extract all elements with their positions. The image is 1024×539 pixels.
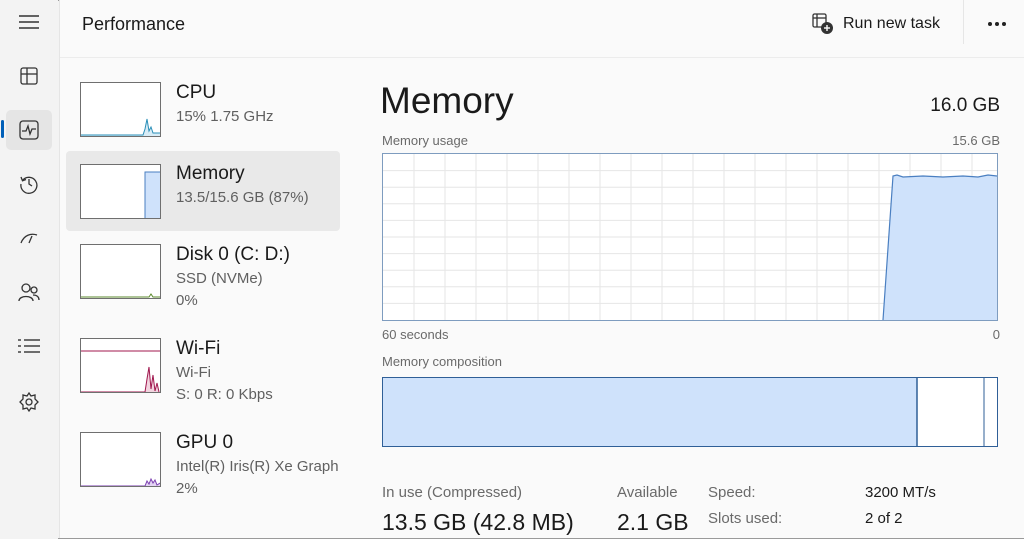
header-separator (963, 0, 964, 44)
memory-usage-max: 15.6 GB (952, 133, 1000, 148)
app-history-icon[interactable] (6, 164, 52, 204)
speed-label: Speed: (708, 484, 756, 501)
memory-usage-label: Memory usage (382, 133, 468, 148)
disk-thumbnail-graph (80, 244, 161, 299)
slots-used-value: 2 of 2 (865, 510, 903, 527)
cpu-thumbnail-graph (80, 82, 161, 137)
device-name: GPU 0 (176, 432, 234, 453)
processes-icon[interactable] (6, 56, 52, 96)
device-memory[interactable]: Memory 13.5/15.6 GB (87%) (66, 151, 340, 231)
available-value: 2.1 GB (617, 509, 689, 535)
device-stat-secondary: 0% (176, 292, 198, 309)
device-name: Wi-Fi (176, 338, 221, 359)
device-disk[interactable]: Disk 0 (C: D:) SSD (NVMe) 0% (66, 232, 340, 312)
detail-total-memory: 16.0 GB (930, 95, 1000, 116)
services-icon[interactable] (6, 382, 52, 422)
time-axis-left-label: 60 seconds (382, 327, 449, 342)
run-task-icon (812, 13, 833, 34)
device-name: Disk 0 (C: D:) (176, 244, 290, 265)
users-icon[interactable] (6, 272, 52, 312)
header-divider (60, 57, 1024, 58)
page-title: Performance (82, 14, 186, 34)
memory-composition-bar (382, 377, 998, 447)
detail-title: Memory (380, 80, 514, 121)
active-indicator (1, 120, 4, 138)
device-stat: SSD (NVMe) (176, 270, 263, 287)
nav-rail (0, 0, 58, 539)
device-name: CPU (176, 82, 217, 103)
gpu-thumbnail-graph (80, 432, 161, 487)
in-use-label: In use (Compressed) (382, 484, 523, 501)
device-wifi[interactable]: Wi-Fi Wi-Fi S: 0 R: 0 Kbps (66, 326, 340, 406)
available-label: Available (617, 484, 678, 501)
run-new-task-label: Run new task (843, 15, 940, 32)
device-stat: 15% 1.75 GHz (176, 108, 274, 125)
memory-thumbnail-graph (80, 164, 161, 219)
device-stat: Wi-Fi (176, 364, 211, 381)
startup-apps-icon[interactable] (6, 218, 52, 258)
hamburger-menu-icon[interactable] (6, 2, 52, 42)
wifi-thumbnail-graph (80, 338, 161, 393)
slots-used-label: Slots used: (708, 510, 783, 527)
main-panel: Performance Run new task CPU 15% 1.75 GH… (59, 0, 1024, 538)
device-gpu[interactable]: GPU 0 Intel(R) Iris(R) Xe Graph 2% (66, 420, 340, 500)
details-icon[interactable] (6, 326, 52, 366)
performance-icon[interactable] (6, 110, 52, 150)
device-name: Memory (176, 163, 245, 184)
speed-value: 3200 MT/s (865, 484, 936, 501)
device-stat: 13.5/15.6 GB (87%) (176, 189, 309, 206)
device-stat: Intel(R) Iris(R) Xe Graph (176, 458, 339, 475)
memory-usage-chart (382, 153, 998, 321)
device-stat-secondary: S: 0 R: 0 Kbps (176, 386, 273, 403)
device-cpu[interactable]: CPU 15% 1.75 GHz (66, 70, 340, 150)
more-options-icon[interactable] (983, 10, 1011, 38)
memory-composition-label: Memory composition (382, 354, 502, 369)
device-stat-secondary: 2% (176, 480, 198, 497)
time-axis-right-label: 0 (992, 327, 1000, 342)
run-new-task-button[interactable]: Run new task (812, 10, 940, 38)
in-use-value: 13.5 GB (42.8 MB) (382, 509, 574, 535)
